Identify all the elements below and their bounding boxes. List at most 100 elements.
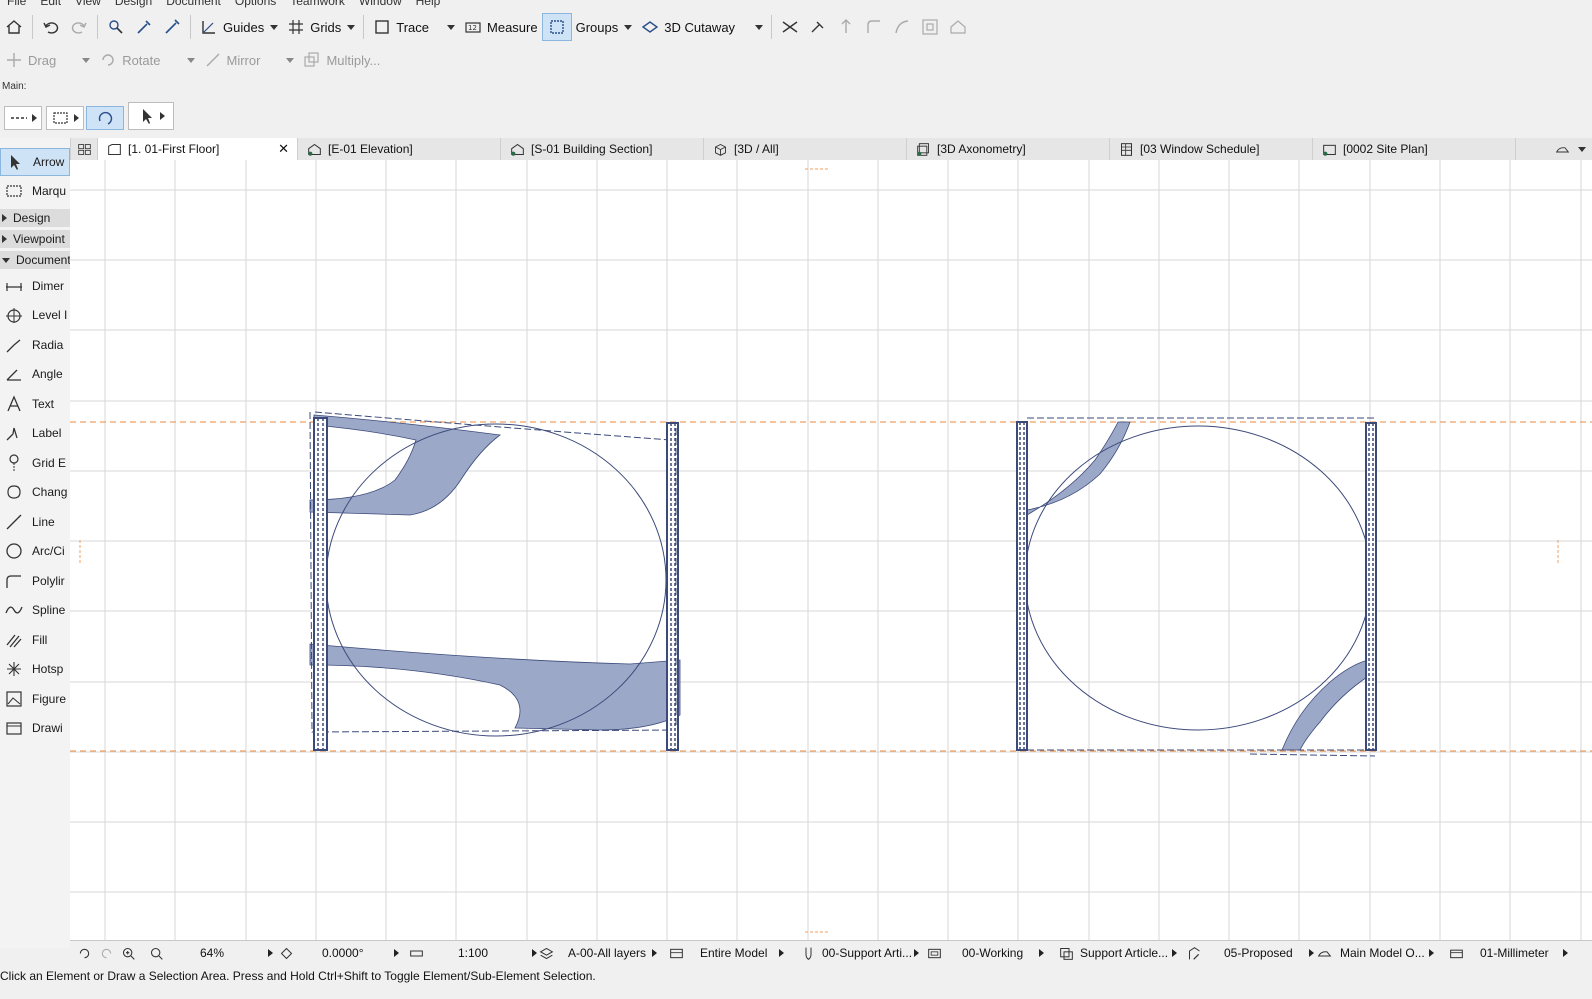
tool-marquee[interactable]: Marqu	[0, 177, 70, 205]
tool-polyline[interactable]: Polylir	[0, 567, 70, 595]
3d-cutaway-dropdown-icon[interactable]	[755, 24, 764, 30]
tab-3d-all[interactable]: [3D / All]	[704, 138, 907, 160]
eyedropper-button[interactable]	[130, 13, 158, 41]
left-wall-assembly[interactable]	[309, 411, 681, 751]
fill-hatch-icon	[4, 630, 24, 650]
curve-button[interactable]	[888, 13, 916, 41]
menu-design[interactable]: Design	[108, 0, 159, 8]
fit-zoom-button[interactable]	[146, 941, 166, 965]
dimension-standard-field[interactable]: 01-Millimeter	[1446, 941, 1568, 965]
redo-button[interactable]	[65, 13, 93, 41]
mirror-dropdown-icon[interactable]	[286, 57, 295, 63]
close-icon[interactable]: ✕	[278, 141, 289, 157]
elevation-icon	[304, 139, 324, 159]
menu-window[interactable]: Window	[352, 0, 409, 8]
redo-zoom-button[interactable]	[96, 941, 116, 965]
tool-spline[interactable]: Spline	[0, 596, 70, 624]
undo-button[interactable]	[37, 13, 65, 41]
rotate-view-button[interactable]	[86, 106, 124, 130]
layer-combination-field[interactable]: A-00-All layers	[536, 941, 658, 965]
tool-level-dimension[interactable]: Level I	[0, 301, 70, 329]
tool-label[interactable]: Label	[0, 419, 70, 447]
renovation-filter-field[interactable]: 05-Proposed	[1184, 941, 1314, 965]
tab-list-icon	[1552, 139, 1572, 159]
tool-line[interactable]: Line	[0, 508, 70, 536]
tool-arrow[interactable]: Arrow	[0, 148, 70, 176]
tab-list-button[interactable]	[1516, 138, 1592, 160]
tool-radial-dimension[interactable]: Radia	[0, 331, 70, 359]
menu-view[interactable]: View	[68, 0, 108, 8]
fillet-button[interactable]	[860, 13, 888, 41]
guides-button[interactable]: Guides	[195, 13, 282, 41]
tool-hotspot[interactable]: Hotsp	[0, 655, 70, 683]
tab-elevation[interactable]: [E-01 Elevation]	[298, 138, 501, 160]
measure-button[interactable]: 12 Measure	[459, 13, 542, 41]
drag-dropdown-icon[interactable]	[82, 57, 91, 63]
groups-dropdown-icon[interactable]	[624, 24, 633, 30]
tool-figure[interactable]: Figure	[0, 685, 70, 713]
guides-dropdown-icon[interactable]	[270, 24, 279, 30]
marquee-method-button[interactable]	[46, 106, 84, 130]
tab-3d-axonometry[interactable]: [3D Axonometry]	[907, 138, 1110, 160]
model-view-field[interactable]: Entire Model	[666, 941, 785, 965]
groups-button[interactable]: Groups	[572, 13, 637, 41]
tool-angle-dimension[interactable]: Angle	[0, 360, 70, 388]
3d-cube-icon	[710, 139, 730, 159]
tab-building-section[interactable]: [S-01 Building Section]	[501, 138, 704, 160]
structural-display-field[interactable]: Main Model O...	[1314, 941, 1434, 965]
section-design[interactable]: Design	[0, 209, 70, 227]
zoom-in-button[interactable]	[118, 941, 138, 965]
mirror-button[interactable]: Mirror	[199, 46, 299, 74]
tab-first-floor[interactable]: [1. 01-First Floor] ✕	[98, 138, 298, 160]
graphic-override-field[interactable]: Support Article...	[1056, 941, 1178, 965]
trace-dropdown-icon[interactable]	[447, 24, 456, 30]
menu-options[interactable]: Options	[228, 0, 283, 8]
tool-arc-circle[interactable]: Arc/Ci	[0, 537, 70, 565]
tab-site-plan[interactable]: [0002 Site Plan]	[1313, 138, 1516, 160]
3d-cutaway-button[interactable]: 3D Cutaway	[636, 13, 767, 41]
trace-button[interactable]: Trace	[368, 13, 459, 41]
zoom-menu-arrow-icon	[268, 949, 274, 957]
syringe-button[interactable]	[158, 13, 186, 41]
groups-toggle-button[interactable]	[541, 13, 572, 41]
plan-canvas[interactable]	[70, 160, 1592, 940]
drag-button[interactable]: Drag	[0, 46, 94, 74]
rotate-button[interactable]: Rotate	[94, 46, 198, 74]
tool-fill[interactable]: Fill	[0, 626, 70, 654]
home-button[interactable]	[0, 13, 28, 41]
menu-edit[interactable]: Edit	[33, 0, 68, 8]
undo-zoom-button[interactable]	[74, 941, 94, 965]
orientation-field[interactable]: 0.0000°	[276, 941, 399, 965]
grids-button[interactable]: Grids	[282, 13, 359, 41]
section-document[interactable]: Document	[0, 251, 70, 269]
section-viewpoint[interactable]: Viewpoint	[0, 230, 70, 248]
rotate-dropdown-icon[interactable]	[186, 57, 195, 63]
right-wall-assembly[interactable]	[1016, 417, 1377, 757]
resize-button[interactable]	[916, 13, 944, 41]
tab-overview-button[interactable]	[70, 138, 98, 160]
tool-change-marker[interactable]: Chang	[0, 478, 70, 506]
model-view-options-field[interactable]: 00-Working	[924, 941, 1045, 965]
tool-text[interactable]: Text	[0, 390, 70, 418]
tool-drawing[interactable]: Drawi	[0, 714, 70, 742]
intersect-button[interactable]	[776, 13, 804, 41]
site-plan-icon	[1319, 139, 1339, 159]
tool-dimension[interactable]: Dimer	[0, 272, 70, 300]
menu-file[interactable]: File	[0, 0, 33, 8]
tool-grid-element[interactable]: Grid E	[0, 449, 70, 477]
zoom-level-field[interactable]: 64%	[200, 941, 274, 965]
grids-dropdown-icon[interactable]	[347, 24, 356, 30]
tab-window-schedule[interactable]: [03 Window Schedule]	[1110, 138, 1313, 160]
geometry-method-button[interactable]	[4, 106, 42, 130]
menu-teamwork[interactable]: Teamwork	[283, 0, 352, 8]
adjust-button[interactable]	[804, 13, 832, 41]
pen-set-field[interactable]: 00-Support Arti...	[798, 941, 920, 965]
menu-document[interactable]: Document	[159, 0, 228, 8]
menu-help[interactable]: Help	[409, 0, 448, 8]
arrow-select-button[interactable]	[128, 102, 174, 130]
roof-button[interactable]	[944, 13, 972, 41]
scale-field[interactable]: 1:100	[406, 941, 538, 965]
elevate-button[interactable]	[832, 13, 860, 41]
find-select-button[interactable]	[102, 13, 130, 41]
multiply-button[interactable]: Multiply...	[298, 46, 384, 74]
